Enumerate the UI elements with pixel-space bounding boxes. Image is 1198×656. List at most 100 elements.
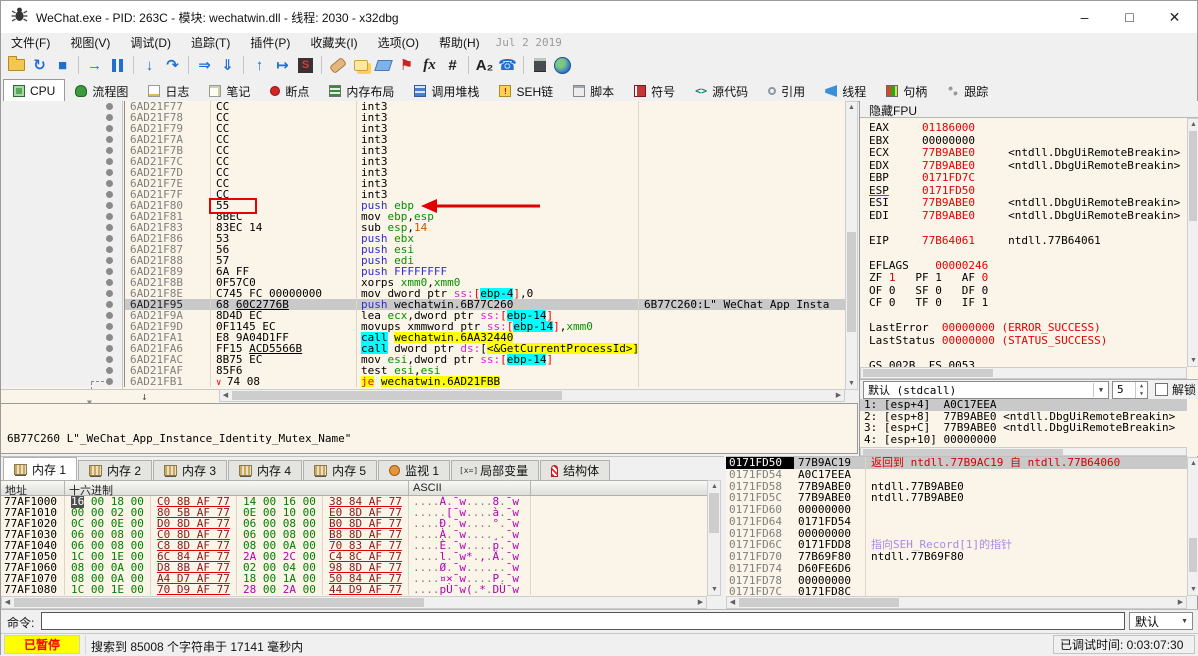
tab-句柄[interactable]: 句柄 (876, 80, 937, 101)
stack-hscrollbar[interactable]: ◀ ▶ (726, 596, 1187, 609)
scroll-right-icon[interactable]: ▶ (833, 390, 844, 401)
internet-icon[interactable] (551, 54, 574, 77)
tab-线程[interactable]: 线程 (815, 80, 876, 101)
run-to-selection-icon[interactable]: ⇒ (193, 54, 216, 77)
stack-row[interactable]: 0171FD50 77B9AC19 返回到 ntdll.77B9AC19 自 ntd… (726, 457, 1187, 469)
tab-笔记[interactable]: 笔记 (199, 80, 260, 101)
instruction-dot-icon[interactable] (106, 257, 113, 264)
disasm-row[interactable]: 6AD21F78 CC int3 (1, 112, 845, 123)
maximize-button[interactable]: □ (1107, 1, 1152, 33)
scroll-up-icon[interactable]: ▲ (1188, 458, 1198, 469)
instruction-dot-icon[interactable] (106, 323, 113, 330)
scroll-up-icon[interactable]: ▲ (1188, 119, 1198, 130)
disasm-row[interactable]: 6AD21F7E CC int3 (1, 178, 845, 189)
register-line[interactable]: ECX 77B9ABE0 <ntdll.DbgUiRemoteBreakin> (869, 147, 1185, 160)
calculator-icon[interactable] (528, 54, 551, 77)
breakpoint-gutter[interactable] (1, 167, 125, 178)
register-line[interactable]: LastError 00000000 (ERROR_SUCCESS) (869, 322, 1185, 335)
instruction-dot-icon[interactable] (106, 290, 113, 297)
menu-item[interactable]: 调试(D) (120, 34, 181, 51)
breakpoint-gutter[interactable] (1, 123, 125, 134)
instruction-dot-icon[interactable] (106, 235, 113, 242)
breakpoint-gutter[interactable] (1, 112, 125, 123)
scroll-left-icon[interactable]: ◀ (727, 597, 738, 608)
instruction-dot-icon[interactable] (106, 312, 113, 319)
instruction-dot-icon[interactable] (106, 191, 113, 198)
stack-argument-row[interactable]: 4: [esp+10] 00000000 (860, 433, 1187, 446)
registers-vscrollbar[interactable]: ▲ ▼ (1187, 118, 1198, 367)
minimize-button[interactable]: – (1062, 1, 1107, 33)
breakpoint-gutter[interactable] (1, 277, 125, 288)
disasm-row[interactable]: 6AD21F8B 0F57C0 xorps xmm0,xmm0 (1, 277, 845, 288)
tab-SEH链[interactable]: ! SEH链 (489, 80, 563, 101)
dump-tab-局部变量[interactable]: [x=] 局部变量 (451, 460, 540, 480)
disasm-row[interactable]: 6AD21F7D CC int3 (1, 167, 845, 178)
disasm-row[interactable]: 6AD21F7B CC int3 (1, 145, 845, 156)
disasm-row[interactable]: 6AD21F88 57 push edi (1, 255, 845, 266)
register-line[interactable]: EFLAGS 00000246 (869, 260, 1185, 273)
instruction-dot-icon[interactable] (106, 367, 113, 374)
stack-row[interactable]: 0171FD6C 0171FDD8 指向SEH_Record[1]的指针 (726, 539, 1187, 551)
command-profile-select[interactable]: 默认 ▼ (1129, 612, 1193, 630)
dump-tab-内存 1[interactable]: 内存 1 (3, 457, 78, 480)
menu-item[interactable]: 收藏夹(I) (300, 34, 367, 51)
instruction-dot-icon[interactable] (106, 114, 113, 121)
disasm-row[interactable]: 6AD21FAF 85F6 test esi,esi (1, 365, 845, 376)
instruction-dot-icon[interactable] (106, 224, 113, 231)
open-file-icon[interactable] (5, 54, 28, 77)
tab-内存布局[interactable]: 内存布局 (319, 80, 404, 101)
disasm-row[interactable]: 6AD21F7C CC int3 (1, 156, 845, 167)
labels-icon[interactable] (372, 54, 395, 77)
instruction-dot-icon[interactable] (106, 268, 113, 275)
stack-argument-row[interactable]: 1: [esp+4] A0C17EEA (860, 399, 1187, 411)
register-line[interactable]: EIP 77B64061 ntdll.77B64061 (869, 235, 1185, 248)
dump-vscrollbar[interactable]: ▲ ▼ (707, 480, 721, 596)
breakpoint-gutter[interactable] (1, 222, 125, 233)
tab-脚本[interactable]: 脚本 (563, 80, 624, 101)
bookmarks-icon[interactable]: ⚑ (395, 54, 418, 77)
stack-row[interactable]: 0171FD60 00000000 (726, 504, 1187, 516)
breakpoint-gutter[interactable] (1, 200, 125, 211)
restart-icon[interactable]: ↻ (28, 54, 51, 77)
dump-tab-监视 1[interactable]: 监视 1 (378, 460, 451, 480)
disasm-row[interactable]: 6AD21F9D 0F1145 EC movups xmmword ptr ss:[… (1, 321, 845, 332)
scroll-down-icon[interactable]: ▼ (1188, 355, 1198, 366)
calling-convention-select[interactable]: 默认 (stdcall) ▼ (863, 380, 1109, 399)
disasm-hscrollbar[interactable]: ◀ ▶ (219, 389, 845, 402)
tab-跟踪[interactable]: 跟踪 (937, 80, 998, 101)
disasm-row[interactable]: 6AD21F8E C745 FC 00000000 mov dword ptr ss… (1, 288, 845, 299)
command-input[interactable] (41, 612, 1125, 630)
execute-till-return-icon[interactable]: ↑ (248, 54, 271, 77)
register-line[interactable]: EBP 0171FD7C (869, 172, 1185, 185)
stack-row[interactable]: 0171FD70 77B69F80 ntdll.77B69F80 (726, 551, 1187, 563)
stack-row[interactable]: 0171FD5C 77B9ABE0 ntdll.77B9ABE0 (726, 492, 1187, 504)
disasm-row[interactable]: 6AD21F87 56 push esi (1, 244, 845, 255)
disasm-row[interactable]: 6AD21F86 53 push ebx (1, 233, 845, 244)
disasm-vscrollbar[interactable]: ▲ ▼ (845, 101, 858, 390)
instruction-dot-icon[interactable] (106, 125, 113, 132)
patches-icon[interactable] (326, 54, 349, 77)
scroll-left-icon[interactable]: ◀ (2, 597, 13, 608)
scroll-up-icon[interactable]: ▲ (709, 481, 720, 492)
arguments-hscrollbar[interactable] (860, 447, 1187, 456)
stop-icon[interactable]: ■ (51, 54, 74, 77)
step-into-icon[interactable]: ↓ (138, 54, 161, 77)
breakpoint-gutter[interactable] (1, 244, 125, 255)
breakpoint-gutter[interactable] (1, 365, 125, 376)
breakpoint-gutter[interactable] (1, 189, 125, 200)
scroll-down-icon[interactable]: ▼ (1188, 584, 1198, 595)
register-line[interactable]: EAX 01186000 (869, 122, 1185, 135)
stack-arguments-list[interactable]: 1: [esp+4] A0C17EEA 2: [esp+8] 77B9ABE0 <… (860, 399, 1187, 447)
instruction-dot-icon[interactable] (106, 213, 113, 220)
stack-row[interactable]: 0171FD64 0171FD54 (726, 515, 1187, 528)
breakpoint-gutter[interactable] (1, 354, 125, 365)
scroll-down-icon[interactable]: ▼ (846, 378, 857, 389)
instruction-dot-icon[interactable] (106, 136, 113, 143)
register-line[interactable]: ZF 1 PF 1 AF 0 (869, 272, 1185, 285)
instruction-dot-icon[interactable] (106, 246, 113, 253)
stack-row[interactable]: 0171FD68 00000000 (726, 527, 1187, 540)
breakpoint-gutter[interactable] (1, 343, 125, 354)
disasm-row[interactable]: 6AD21F79 CC int3 (1, 123, 845, 134)
dump-tab-内存 4[interactable]: 内存 4 (228, 460, 303, 480)
dump-row[interactable]: 77AF1080 1C 00 1E 00 70 D9 AF 77 28 00 2A 0… (1, 584, 707, 595)
